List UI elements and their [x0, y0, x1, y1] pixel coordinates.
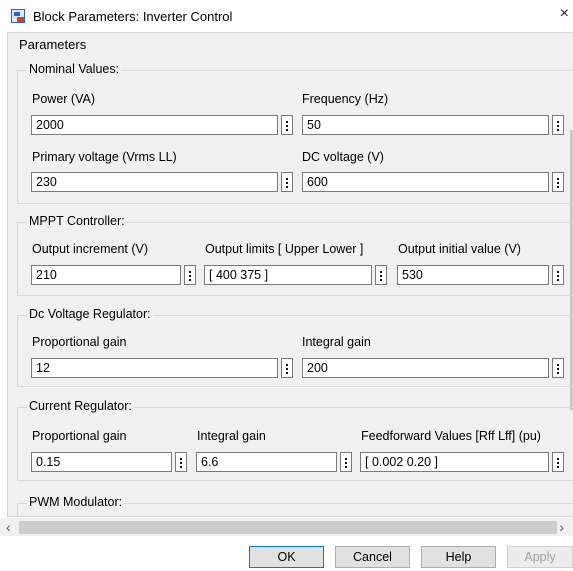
power-label: Power (VA): [32, 92, 95, 106]
primary-voltage-label: Primary voltage (Vrms LL): [32, 150, 177, 164]
ok-button[interactable]: OK: [249, 546, 324, 568]
vertical-ellipsis-icon[interactable]: [281, 358, 293, 378]
vertical-ellipsis-icon[interactable]: [175, 452, 187, 472]
cancel-button[interactable]: Cancel: [335, 546, 410, 568]
feedforward-field[interactable]: [360, 452, 549, 472]
dc-proportional-gain-field[interactable]: [31, 358, 278, 378]
horizontal-scrollbar[interactable]: ‹ ›: [0, 518, 573, 536]
cur-integral-gain-label: Integral gain: [197, 429, 266, 443]
vertical-ellipsis-icon[interactable]: [552, 452, 564, 472]
cur-proportional-gain-field[interactable]: [31, 452, 172, 472]
group-label-mppt: MPPT Controller:: [27, 214, 127, 228]
group-label-pwm: PWM Modulator:: [27, 495, 125, 509]
vertical-ellipsis-icon[interactable]: [552, 358, 564, 378]
window-title: Block Parameters: Inverter Control: [33, 9, 233, 24]
output-limits-label: Output limits [ Upper Lower ]: [205, 242, 364, 256]
vertical-ellipsis-icon[interactable]: [552, 115, 564, 135]
vertical-ellipsis-icon[interactable]: [281, 115, 293, 135]
dc-proportional-gain-label: Proportional gain: [32, 335, 127, 349]
scroll-right-icon[interactable]: ›: [559, 519, 564, 535]
group-label-nominal: Nominal Values:: [27, 62, 122, 76]
title-bar: Block Parameters: Inverter Control ×: [0, 0, 573, 32]
output-initial-label: Output initial value (V): [398, 242, 521, 256]
help-button[interactable]: Help: [421, 546, 496, 568]
dc-integral-gain-label: Integral gain: [302, 335, 371, 349]
dc-voltage-field[interactable]: [302, 172, 549, 192]
dc-integral-gain-field[interactable]: [302, 358, 549, 378]
apply-button[interactable]: Apply: [507, 546, 573, 568]
vertical-ellipsis-icon[interactable]: [375, 265, 387, 285]
group-label-current-regulator: Current Regulator:: [27, 399, 134, 413]
vertical-ellipsis-icon[interactable]: [340, 452, 352, 472]
vertical-ellipsis-icon[interactable]: [184, 265, 196, 285]
dc-voltage-label: DC voltage (V): [302, 150, 384, 164]
output-limits-field[interactable]: [204, 265, 372, 285]
vertical-ellipsis-icon[interactable]: [281, 172, 293, 192]
parameters-label: Parameters: [19, 37, 87, 52]
output-initial-field[interactable]: [397, 265, 549, 285]
power-field[interactable]: [31, 115, 278, 135]
horizontal-scrollbar-thumb[interactable]: [19, 521, 557, 534]
frequency-field[interactable]: [302, 115, 549, 135]
primary-voltage-field[interactable]: [31, 172, 278, 192]
vertical-ellipsis-icon[interactable]: [552, 265, 564, 285]
simulink-block-icon: [11, 9, 25, 23]
cur-proportional-gain-label: Proportional gain: [32, 429, 127, 443]
feedforward-label: Feedforward Values [Rff Lff] (pu): [361, 429, 541, 443]
frequency-label: Frequency (Hz): [302, 92, 389, 106]
cur-integral-gain-field[interactable]: [196, 452, 337, 472]
output-increment-field[interactable]: [31, 265, 181, 285]
group-label-dc-regulator: Dc Voltage Regulator:: [27, 307, 153, 321]
vertical-ellipsis-icon[interactable]: [552, 172, 564, 192]
close-icon[interactable]: ×: [560, 6, 569, 22]
scroll-left-icon[interactable]: ‹: [6, 519, 11, 535]
output-increment-label: Output increment (V): [32, 242, 149, 256]
